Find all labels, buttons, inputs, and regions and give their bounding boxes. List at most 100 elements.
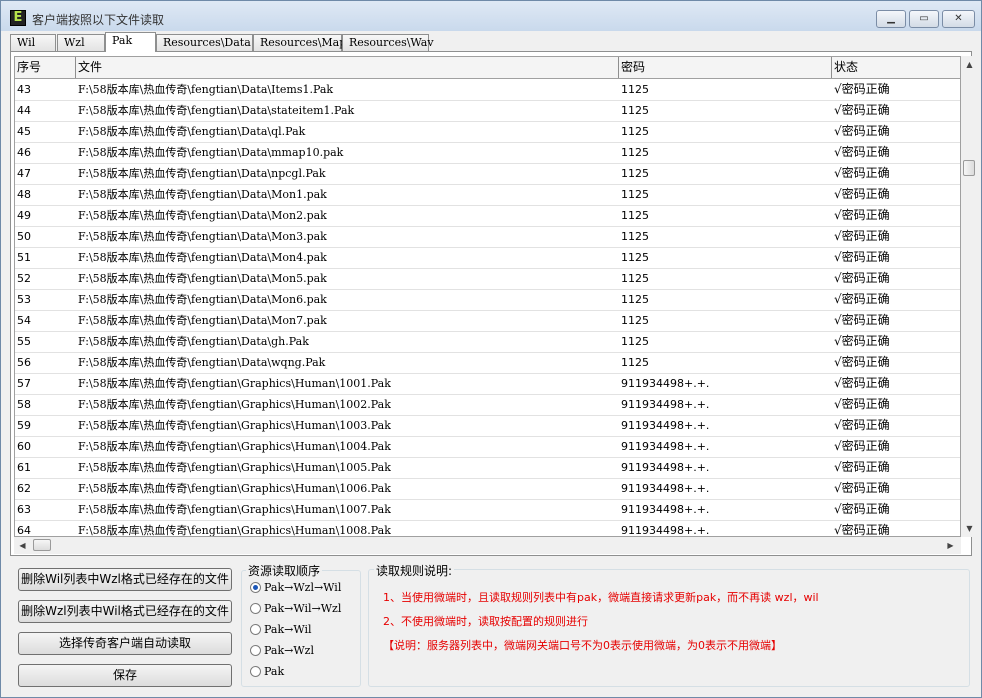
table-row[interactable]: 59 F:\58版本库\热血传奇\fengtian\Graphics\Human\… xyxy=(15,415,960,437)
row-password: 1125 xyxy=(621,314,649,327)
radio-dot[interactable] xyxy=(250,603,261,614)
header-index[interactable]: 序号 xyxy=(15,57,76,78)
header-status[interactable]: 状态 xyxy=(832,57,960,78)
row-password: 1125 xyxy=(621,167,649,180)
header-file[interactable]: 文件 xyxy=(76,57,619,78)
row-file-path: F:\58版本库\热血传奇\fengtian\Data\Mon7.pak xyxy=(78,314,327,327)
tab-pak[interactable]: Pak xyxy=(105,32,156,52)
maximize-button[interactable]: ▭ xyxy=(909,10,939,28)
table-row[interactable]: 50 F:\58版本库\热血传奇\fengtian\Data\Mon3.pak 11… xyxy=(15,226,960,248)
table-header: 序号 文件 密码 状态 xyxy=(15,57,960,79)
table-row[interactable]: 43 F:\58版本库\热血传奇\fengtian\Data\Items1.Pak… xyxy=(15,79,960,101)
row-index: 54 xyxy=(17,314,31,327)
table-row[interactable]: 48 F:\58版本库\热血传奇\fengtian\Data\Mon1.pak 11… xyxy=(15,184,960,206)
minimize-icon: ▁ xyxy=(887,13,895,24)
row-status: √密码正确 xyxy=(834,250,890,264)
row-password: 911934498+.+. xyxy=(621,398,710,411)
table-row[interactable]: 57 F:\58版本库\热血传奇\fengtian\Graphics\Human\… xyxy=(15,373,960,395)
table-row[interactable]: 62 F:\58版本库\热血传奇\fengtian\Graphics\Human\… xyxy=(15,478,960,500)
row-password: 1125 xyxy=(621,83,649,96)
scroll-left-icon[interactable]: ◀ xyxy=(14,537,31,554)
tab-resources-map[interactable]: Resources\Map xyxy=(253,34,346,51)
row-password: 1125 xyxy=(621,272,649,285)
radio-label: Pak→Wzl xyxy=(264,644,314,657)
radio-label: Pak→Wzl→Wil xyxy=(264,581,342,594)
row-file-path: F:\58版本库\热血传奇\fengtian\Graphics\Human\10… xyxy=(78,461,391,474)
pak-panel: 序号 文件 密码 状态 43 F:\58版本库\热血传奇\fengtian\Dat… xyxy=(10,51,978,556)
delete-wil-button[interactable]: 删除Wil列表中Wzl格式已经存在的文件 xyxy=(18,568,232,591)
row-index: 46 xyxy=(17,146,31,159)
table-row[interactable]: 46 F:\58版本库\热血传奇\fengtian\Data\mmap10.pak… xyxy=(15,142,960,164)
delete-wzl-button[interactable]: 删除Wzl列表中Wil格式已经存在的文件 xyxy=(18,600,232,623)
horizontal-scrollbar[interactable]: ◀ ▶ xyxy=(14,537,961,554)
window-title: 客户端按照以下文件读取 xyxy=(32,13,165,27)
table-row[interactable]: 56 F:\58版本库\热血传奇\fengtian\Data\wqng.Pak 11… xyxy=(15,352,960,374)
row-index: 44 xyxy=(17,104,31,117)
row-status: √密码正确 xyxy=(834,187,890,201)
table-row[interactable]: 49 F:\58版本库\热血传奇\fengtian\Data\Mon2.pak 11… xyxy=(15,205,960,227)
scroll-down-icon[interactable]: ▼ xyxy=(961,520,978,537)
table-row[interactable]: 51 F:\58版本库\热血传奇\fengtian\Data\Mon4.pak 11… xyxy=(15,247,960,269)
row-index: 62 xyxy=(17,482,31,495)
table-row[interactable]: 64 F:\58版本库\热血传奇\fengtian\Graphics\Human\… xyxy=(15,520,960,537)
select-client-label: 选择传奇客户端自动读取 xyxy=(58,636,191,650)
scroll-right-icon[interactable]: ▶ xyxy=(942,537,959,554)
radio-dot[interactable] xyxy=(250,624,261,635)
row-status: √密码正确 xyxy=(834,523,890,537)
row-status: √密码正确 xyxy=(834,292,890,306)
minimize-button[interactable]: ▁ xyxy=(876,10,906,28)
row-password: 1125 xyxy=(621,104,649,117)
radio-dot[interactable] xyxy=(250,582,261,593)
row-file-path: F:\58版本库\热血传奇\fengtian\Data\Mon5.pak xyxy=(78,272,327,285)
row-index: 63 xyxy=(17,503,31,516)
select-client-button[interactable]: 选择传奇客户端自动读取 xyxy=(18,632,232,655)
table-row[interactable]: 63 F:\58版本库\热血传奇\fengtian\Graphics\Human\… xyxy=(15,499,960,521)
rules-title: 读取规则说明: xyxy=(374,562,455,579)
table-row[interactable]: 61 F:\58版本库\热血传奇\fengtian\Graphics\Human\… xyxy=(15,457,960,479)
table-row[interactable]: 60 F:\58版本库\热血传奇\fengtian\Graphics\Human\… xyxy=(15,436,960,458)
radio-label: Pak xyxy=(264,665,285,678)
table-row[interactable]: 47 F:\58版本库\热血传奇\fengtian\Data\npcgl.Pak 1… xyxy=(15,163,960,185)
row-index: 50 xyxy=(17,230,31,243)
vertical-scrollbar[interactable]: ▲ ▼ xyxy=(961,56,978,537)
row-index: 51 xyxy=(17,251,31,264)
row-password: 911934498+.+. xyxy=(621,524,710,537)
delete-wzl-label: 删除Wzl列表中Wil格式已经存在的文件 xyxy=(21,604,229,618)
tab-wil[interactable]: Wil xyxy=(10,34,56,51)
title-bar[interactable]: E 客户端按照以下文件读取 ▁ ▭ ✕ xyxy=(1,1,981,31)
radio-dot[interactable] xyxy=(250,666,261,677)
table-row[interactable]: 52 F:\58版本库\热血传奇\fengtian\Data\Mon5.pak 11… xyxy=(15,268,960,290)
row-password: 1125 xyxy=(621,356,649,369)
scroll-up-icon[interactable]: ▲ xyxy=(961,56,978,73)
read-order-title: 资源读取顺序 xyxy=(246,562,323,579)
file-table[interactable]: 序号 文件 密码 状态 43 F:\58版本库\热血传奇\fengtian\Dat… xyxy=(14,56,961,537)
row-status: √密码正确 xyxy=(834,397,890,411)
row-status: √密码正确 xyxy=(834,103,890,117)
close-button[interactable]: ✕ xyxy=(942,10,975,28)
save-button[interactable]: 保存 xyxy=(18,664,232,687)
table-row[interactable]: 55 F:\58版本库\热血传奇\fengtian\Data\gh.Pak 1125… xyxy=(15,331,960,353)
rule-line-2: 2、不使用微端时，读取按配置的规则进行 xyxy=(383,615,588,628)
vertical-scroll-thumb[interactable] xyxy=(963,160,975,176)
tab-wzl[interactable]: Wzl xyxy=(57,34,105,51)
delete-wil-label: 删除Wil列表中Wzl格式已经存在的文件 xyxy=(21,572,229,586)
table-row[interactable]: 44 F:\58版本库\热血传奇\fengtian\Data\stateitem1… xyxy=(15,100,960,122)
app-icon: E xyxy=(10,10,26,26)
row-index: 64 xyxy=(17,524,31,537)
table-row[interactable]: 58 F:\58版本库\热血传奇\fengtian\Graphics\Human\… xyxy=(15,394,960,416)
radio-dot[interactable] xyxy=(250,645,261,656)
row-password: 1125 xyxy=(621,230,649,243)
row-status: √密码正确 xyxy=(834,166,890,180)
tab-resources-data[interactable]: Resources\Data xyxy=(156,34,253,51)
row-password: 911934498+.+. xyxy=(621,377,710,390)
header-password[interactable]: 密码 xyxy=(619,57,832,78)
table-row[interactable]: 53 F:\58版本库\热血传奇\fengtian\Data\Mon6.pak 11… xyxy=(15,289,960,311)
row-status: √密码正确 xyxy=(834,313,890,327)
tab-resources-wav[interactable]: Resources\Wav xyxy=(342,34,434,51)
row-status: √密码正确 xyxy=(834,82,890,96)
horizontal-scroll-thumb[interactable] xyxy=(33,539,51,551)
rule-line-3: 【说明：服务器列表中，微端网关端口号不为0表示使用微端，为0表示不用微端】 xyxy=(383,639,782,652)
table-row[interactable]: 54 F:\58版本库\热血传奇\fengtian\Data\Mon7.pak 11… xyxy=(15,310,960,332)
row-file-path: F:\58版本库\热血传奇\fengtian\Graphics\Human\10… xyxy=(78,377,391,390)
table-row[interactable]: 45 F:\58版本库\热血传奇\fengtian\Data\ql.Pak 1125… xyxy=(15,121,960,143)
